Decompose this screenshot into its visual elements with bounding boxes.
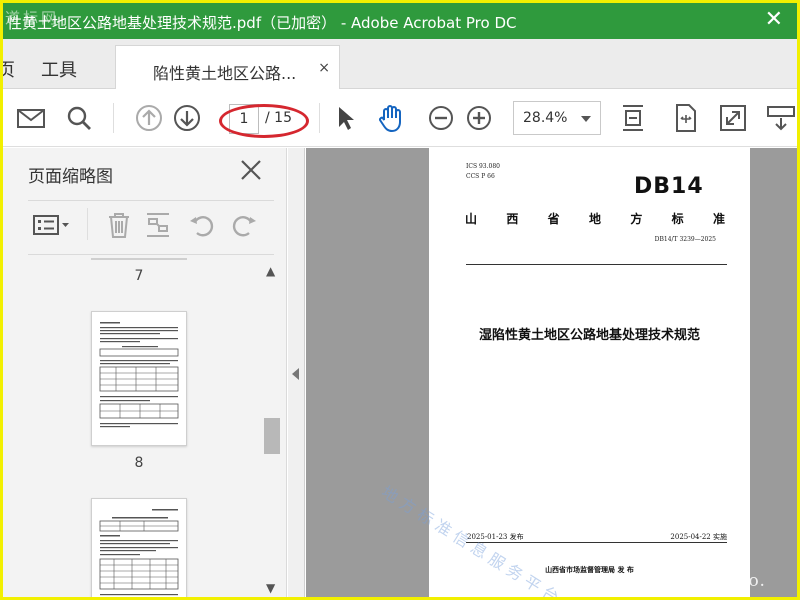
zoom-value: 28.4% bbox=[523, 110, 568, 126]
url-watermark: www.cndao. bbox=[652, 571, 766, 591]
red-annotation-ellipse bbox=[219, 104, 309, 138]
panel-divider bbox=[87, 208, 88, 240]
delete-icon[interactable] bbox=[104, 210, 134, 240]
document-tab-label: 陷性黄土地区公路... bbox=[153, 64, 297, 83]
heading-char: 省 bbox=[547, 212, 560, 226]
thumbnail-page-9[interactable] bbox=[91, 498, 187, 597]
zoom-select[interactable]: 28.4% bbox=[513, 101, 601, 135]
footer-rule bbox=[466, 542, 727, 543]
thumbnail-page-8[interactable] bbox=[91, 311, 187, 446]
search-icon[interactable] bbox=[63, 102, 95, 134]
watermark-top-left: 道标网 bbox=[5, 9, 60, 27]
window-title: 性黄土地区公路地基处理技术规范.pdf（已加密） - Adobe Acrobat… bbox=[7, 14, 517, 32]
scroll-down-icon[interactable]: ▼ bbox=[266, 581, 275, 595]
ccs-code: CCS P 66 bbox=[466, 173, 495, 180]
document-page: ICS 93.080 CCS P 66 DB14 山 西 省 地 方 标 准 D… bbox=[429, 148, 750, 597]
scroll-up-icon[interactable]: ▲ bbox=[266, 264, 275, 278]
document-tab[interactable]: 陷性黄土地区公路... × bbox=[115, 45, 340, 90]
panel-close-icon[interactable] bbox=[239, 158, 263, 182]
zoom-out-icon[interactable] bbox=[425, 102, 457, 134]
panel-divider bbox=[28, 200, 274, 201]
classification-codes: ICS 93.080 CCS P 66 bbox=[466, 162, 500, 182]
arrow-down-icon[interactable] bbox=[171, 102, 203, 134]
thumbnail-page-number: 7 bbox=[134, 268, 144, 284]
hand-icon[interactable] bbox=[375, 102, 407, 134]
document-title: 湿陷性黄土地区公路地基处理技术规范 bbox=[478, 328, 700, 343]
thumbnail-panel: 页面缩略图 7 8 ▲ ▼ bbox=[3, 148, 287, 597]
main-toolbar: 1 / 15 28.4% bbox=[3, 89, 797, 147]
nav-tools-tab[interactable]: 工具 bbox=[41, 56, 77, 82]
panel-title: 页面缩略图 bbox=[28, 167, 113, 187]
chevron-down-icon bbox=[581, 116, 591, 122]
extract-icon[interactable] bbox=[143, 210, 173, 240]
thumbnail-list: 7 8 bbox=[3, 258, 261, 597]
header-rule bbox=[466, 264, 727, 265]
collapse-panel-icon[interactable] bbox=[292, 368, 299, 380]
toolbar-divider bbox=[319, 103, 320, 133]
heading-char: 地 bbox=[588, 212, 601, 226]
read-mode-icon[interactable] bbox=[765, 102, 797, 134]
toolbar-divider bbox=[113, 103, 114, 133]
implement-date: 2025-04-22 实施 bbox=[670, 533, 727, 541]
window-close-icon[interactable]: ✕ bbox=[765, 8, 783, 32]
nav-tab-bar: 页 工具 陷性黄土地区公路... × bbox=[3, 39, 797, 90]
standard-type-heading: 山 西 省 地 方 标 准 bbox=[465, 210, 725, 227]
redo-icon[interactable] bbox=[229, 210, 259, 240]
nav-home-tab[interactable]: 页 bbox=[3, 56, 15, 82]
thumbnail-page-number: 8 bbox=[134, 455, 144, 471]
title-bar: 性黄土地区公路地基处理技术规范.pdf（已加密） - Adobe Acrobat… bbox=[3, 3, 797, 39]
select-pointer-icon[interactable] bbox=[329, 102, 361, 134]
standard-number: DB14/T 3239—2025 bbox=[654, 236, 716, 243]
standard-code: DB14 bbox=[634, 174, 704, 199]
panel-splitter[interactable] bbox=[288, 148, 305, 597]
document-view[interactable]: ICS 93.080 CCS P 66 DB14 山 西 省 地 方 标 准 D… bbox=[306, 148, 797, 597]
thumbnail-page-edge bbox=[91, 258, 187, 260]
scrollbar-thumb[interactable] bbox=[264, 418, 280, 454]
undo-icon[interactable] bbox=[187, 210, 217, 240]
fullscreen-icon[interactable] bbox=[717, 102, 749, 134]
zoom-in-icon[interactable] bbox=[463, 102, 495, 134]
fit-page-icon[interactable] bbox=[617, 102, 649, 134]
heading-char: 准 bbox=[712, 212, 725, 226]
heading-char: 山 bbox=[465, 212, 478, 226]
ics-code: ICS 93.080 bbox=[466, 163, 500, 170]
thumbnail-scrollbar[interactable]: ▲ ▼ bbox=[261, 258, 281, 597]
document-tab-close-icon[interactable]: × bbox=[318, 60, 330, 76]
heading-char: 标 bbox=[671, 212, 684, 226]
app-window: 性黄土地区公路地基处理技术规范.pdf（已加密） - Adobe Acrobat… bbox=[3, 3, 797, 597]
rotate-icon[interactable] bbox=[669, 102, 701, 134]
heading-char: 西 bbox=[506, 212, 519, 226]
heading-char: 方 bbox=[630, 212, 643, 226]
arrow-up-icon[interactable] bbox=[133, 102, 165, 134]
mail-icon[interactable] bbox=[15, 102, 47, 134]
page-options-icon[interactable] bbox=[31, 210, 73, 240]
panel-divider bbox=[28, 254, 274, 255]
